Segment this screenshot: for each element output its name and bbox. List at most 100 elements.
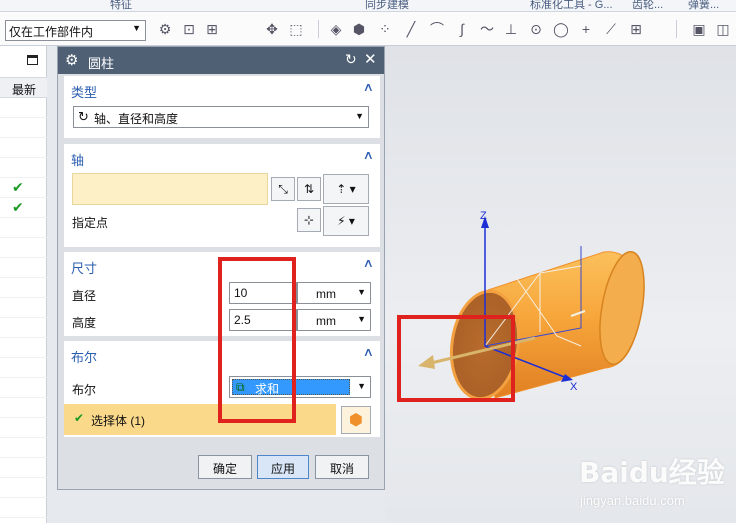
chevron-down-icon: ▼	[357, 381, 366, 391]
check-icon: ✔	[74, 411, 85, 425]
collapse-icon[interactable]: ∧	[363, 256, 374, 270]
point-type-dropdown[interactable]: ⚡ ▾	[323, 206, 369, 236]
line-icon[interactable]: ╱	[402, 20, 420, 38]
solid-icon[interactable]: ⬢	[350, 20, 368, 38]
list-item[interactable]	[0, 378, 47, 398]
point-icon: ⊹	[303, 213, 315, 227]
chevron-down-icon: ▼	[357, 314, 366, 324]
vector-icon: ⤡	[278, 181, 288, 196]
list-item[interactable]	[0, 398, 47, 418]
section-label: 类型	[71, 85, 98, 100]
list-item[interactable]	[0, 118, 47, 138]
tangent-icon[interactable]: ⟋	[602, 20, 620, 38]
select-filter-icon[interactable]: ⊡	[180, 20, 198, 38]
toolbar-separator	[676, 20, 677, 38]
center-icon[interactable]: ⊙	[527, 20, 545, 38]
list-item[interactable]	[0, 438, 47, 458]
section-label: 布尔	[71, 350, 98, 365]
quick-pick-icon[interactable]: ✥	[263, 20, 281, 38]
specify-point-label: 指定点	[72, 216, 109, 230]
vector-dialog-button[interactable]: ⤡	[271, 177, 295, 201]
list-item[interactable]: ✔	[0, 178, 47, 198]
selection-scope-value: 仅在工作部件内	[9, 25, 94, 39]
gear-icon[interactable]: ⚙	[65, 51, 78, 69]
point-dialog-button[interactable]: ⊹	[297, 208, 321, 232]
inferred-point-icon: ⚡ ▾	[337, 214, 355, 228]
list-item[interactable]	[0, 98, 47, 118]
selection-toolbar: 仅在工作部件内 ▼ ⚙ ⊡ ⊞ ✥ ⬚ ◈ ⬢ ⁘ ╱ ⌒ ∫ 〜 ⊥ ⊙ ◯ …	[0, 12, 736, 46]
box-select-icon[interactable]: ⬚	[287, 20, 305, 38]
intersect-icon[interactable]: ⊥	[502, 20, 520, 38]
section-header[interactable]: 类型 ∧	[64, 76, 380, 102]
list-item[interactable]	[0, 318, 47, 338]
list-item[interactable]	[0, 338, 47, 358]
shaded-icon[interactable]: ◈	[327, 20, 345, 38]
height-unit-dropdown[interactable]: mm ▼	[297, 309, 371, 331]
reverse-icon: ⇅	[303, 182, 315, 196]
plus-icon[interactable]: +	[577, 20, 595, 38]
specify-vector-field[interactable]	[72, 173, 268, 205]
list-item[interactable]	[0, 418, 47, 438]
close-icon[interactable]: ✕	[364, 50, 377, 68]
type-value: 轴、直径和高度	[94, 112, 179, 126]
collapse-icon[interactable]: ∧	[363, 80, 374, 94]
ribbon-label-standard-tools: 标准化工具 - G...	[530, 0, 613, 11]
type-dropdown[interactable]: ↻ 轴、直径和高度 ▼	[73, 106, 369, 128]
grid-icon[interactable]: ⊞	[627, 20, 645, 38]
dialog-title-bar[interactable]: ⚙ 圆柱 ↻ ✕	[58, 47, 384, 74]
collapse-icon[interactable]: ∧	[363, 148, 374, 162]
view-icon[interactable]: ▣	[690, 20, 708, 38]
diameter-unit: mm	[316, 287, 336, 301]
check-icon: ✔	[12, 199, 24, 215]
vector-type-dropdown[interactable]: ⇡ ▾	[323, 174, 369, 204]
list-item[interactable]: ✔	[0, 198, 47, 218]
list-item[interactable]	[0, 498, 47, 518]
navigator-column-latest[interactable]: 最新	[0, 77, 47, 98]
ribbon-label-gears: 齿轮...	[632, 0, 664, 11]
list-item[interactable]	[0, 458, 47, 478]
selection-scope-dropdown[interactable]: 仅在工作部件内 ▼	[5, 20, 146, 41]
toolbar-separator	[318, 20, 319, 38]
diameter-label: 直径	[72, 289, 97, 303]
section-label: 轴	[71, 153, 85, 168]
diameter-unit-dropdown[interactable]: mm ▼	[297, 282, 371, 304]
point-icon[interactable]: ⁘	[376, 20, 394, 38]
list-item[interactable]	[0, 138, 47, 158]
watermark-logo: Baidu经验	[579, 456, 725, 489]
arc-icon[interactable]: ⌒	[428, 20, 446, 38]
collapse-icon[interactable]: ∧	[363, 345, 374, 359]
list-item[interactable]	[0, 218, 47, 238]
reverse-direction-button[interactable]: ⇅	[297, 177, 321, 201]
orient-icon[interactable]: ◫	[714, 20, 732, 38]
ribbon-label-features: 特征	[110, 0, 132, 11]
curve-icon[interactable]: ∫	[453, 20, 471, 38]
list-item[interactable]	[0, 298, 47, 318]
circle-icon[interactable]: ◯	[552, 20, 570, 38]
cancel-button[interactable]: 取消	[315, 455, 369, 479]
section-label: 尺寸	[71, 261, 98, 276]
x-axis-label: X	[570, 381, 578, 393]
list-item[interactable]	[0, 278, 47, 298]
check-icon: ✔	[12, 179, 24, 195]
snap-icon[interactable]: ⚙	[156, 20, 174, 38]
reset-icon[interactable]: ↻	[345, 51, 357, 68]
maximize-icon[interactable]	[27, 55, 38, 65]
list-item[interactable]	[0, 358, 47, 378]
ok-button[interactable]: 确定	[198, 455, 252, 479]
graphics-viewport[interactable]: Z X Baidu经验 jingyan.baidu.com	[385, 46, 736, 523]
ribbon-group-labels: 特征 同步建模 标准化工具 - G... 齿轮... 弹簧...	[0, 0, 736, 12]
list-item[interactable]	[0, 238, 47, 258]
highlight-frame-face	[397, 315, 515, 402]
apply-button[interactable]: 应用	[257, 455, 309, 479]
list-item[interactable]	[0, 158, 47, 178]
point-snap-icon[interactable]: ⊞	[203, 20, 221, 38]
list-item[interactable]	[0, 478, 47, 498]
list-item[interactable]	[0, 258, 47, 278]
height-unit: mm	[316, 314, 336, 328]
spline-icon[interactable]: 〜	[478, 20, 496, 38]
cylinder-type-icon: ↻	[78, 109, 89, 124]
axis-vector-icon: ⇡ ▾	[336, 182, 356, 196]
dialog-title: 圆柱	[88, 56, 115, 71]
section-header[interactable]: 轴 ∧	[64, 144, 380, 170]
select-body-button[interactable]: ⬢	[341, 406, 371, 434]
